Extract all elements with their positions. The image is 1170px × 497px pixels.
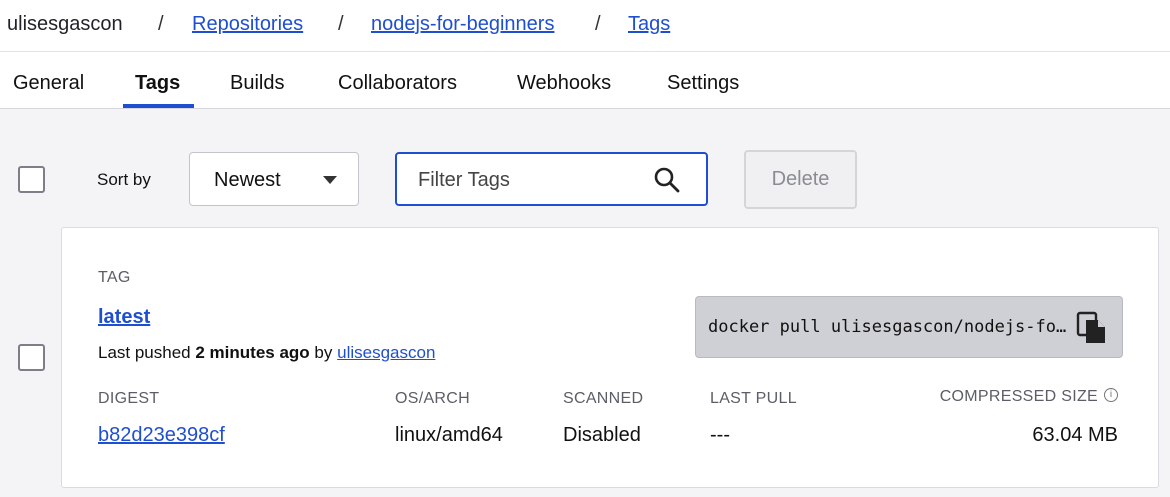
os-arch-value: linux/amd64 bbox=[395, 424, 503, 446]
breadcrumb-user: ulisesgascon bbox=[7, 13, 123, 35]
compressed-size-header: COMPRESSED SIZE bbox=[939, 388, 1098, 405]
sort-select[interactable]: Newest bbox=[189, 152, 359, 206]
digest-link[interactable]: b82d23e398cf bbox=[98, 424, 225, 447]
docker-pull-command: docker pull ulisesgascon/nodejs-for-begi… bbox=[708, 317, 1068, 337]
breadcrumb-separator: / bbox=[158, 13, 164, 35]
last-pull-header: LAST PULL bbox=[710, 390, 797, 407]
breadcrumb-tags-link[interactable]: Tags bbox=[628, 13, 670, 36]
scanned-header: SCANNED bbox=[563, 390, 644, 407]
pushed-by-user-link[interactable]: ulisesgascon bbox=[337, 343, 435, 362]
sort-label: Sort by bbox=[97, 170, 151, 189]
os-arch-header: OS/ARCH bbox=[395, 390, 470, 407]
breadcrumb-repositories-link[interactable]: Repositories bbox=[192, 13, 303, 36]
search-icon[interactable] bbox=[653, 166, 681, 194]
tab-builds[interactable]: Builds bbox=[230, 72, 284, 95]
compressed-size-header-wrap: COMPRESSED SIZE i bbox=[940, 388, 1118, 406]
filter-tags-field[interactable] bbox=[395, 152, 708, 206]
filter-tags-input[interactable] bbox=[418, 167, 648, 193]
pushed-by-word: by bbox=[314, 343, 333, 362]
digest-header: DIGEST bbox=[98, 390, 160, 407]
breadcrumb-separator: / bbox=[338, 13, 344, 35]
delete-button[interactable]: Delete bbox=[744, 150, 857, 209]
tab-collaborators[interactable]: Collaborators bbox=[338, 72, 457, 95]
sort-selected-value: Newest bbox=[214, 169, 281, 191]
select-all-checkbox[interactable] bbox=[18, 166, 45, 193]
compressed-size-value: 63.04 MB bbox=[1032, 424, 1118, 446]
pushed-time: 2 minutes ago bbox=[195, 343, 310, 362]
active-tab-indicator bbox=[123, 104, 194, 108]
tab-settings[interactable]: Settings bbox=[667, 72, 739, 95]
breadcrumb-repo-link[interactable]: nodejs-for-beginners bbox=[371, 13, 554, 36]
scanned-value: Disabled bbox=[563, 424, 641, 446]
tab-webhooks[interactable]: Webhooks bbox=[517, 72, 611, 95]
tag-name-link[interactable]: latest bbox=[98, 306, 150, 329]
pushed-prefix: Last pushed bbox=[98, 343, 191, 362]
tag-section-label: TAG bbox=[98, 269, 131, 286]
last-pull-value: --- bbox=[710, 424, 730, 446]
tab-tags[interactable]: Tags bbox=[135, 72, 180, 95]
tab-general[interactable]: General bbox=[13, 72, 84, 95]
docker-pull-command-box: docker pull ulisesgascon/nodejs-for-begi… bbox=[695, 296, 1123, 358]
tag-row-checkbox[interactable] bbox=[18, 344, 45, 371]
tag-card: TAG latest Last pushed 2 minutes ago by … bbox=[61, 227, 1159, 488]
breadcrumb: ulisesgascon / Repositories / nodejs-for… bbox=[0, 0, 1170, 52]
last-pushed-info: Last pushed 2 minutes ago by ulisesgasco… bbox=[98, 343, 435, 363]
tab-bar: General Tags Builds Collaborators Webhoo… bbox=[0, 52, 1170, 109]
caret-down-icon bbox=[323, 176, 337, 184]
copy-icon[interactable] bbox=[1076, 311, 1108, 345]
info-icon[interactable]: i bbox=[1104, 388, 1118, 402]
breadcrumb-separator: / bbox=[595, 13, 601, 35]
